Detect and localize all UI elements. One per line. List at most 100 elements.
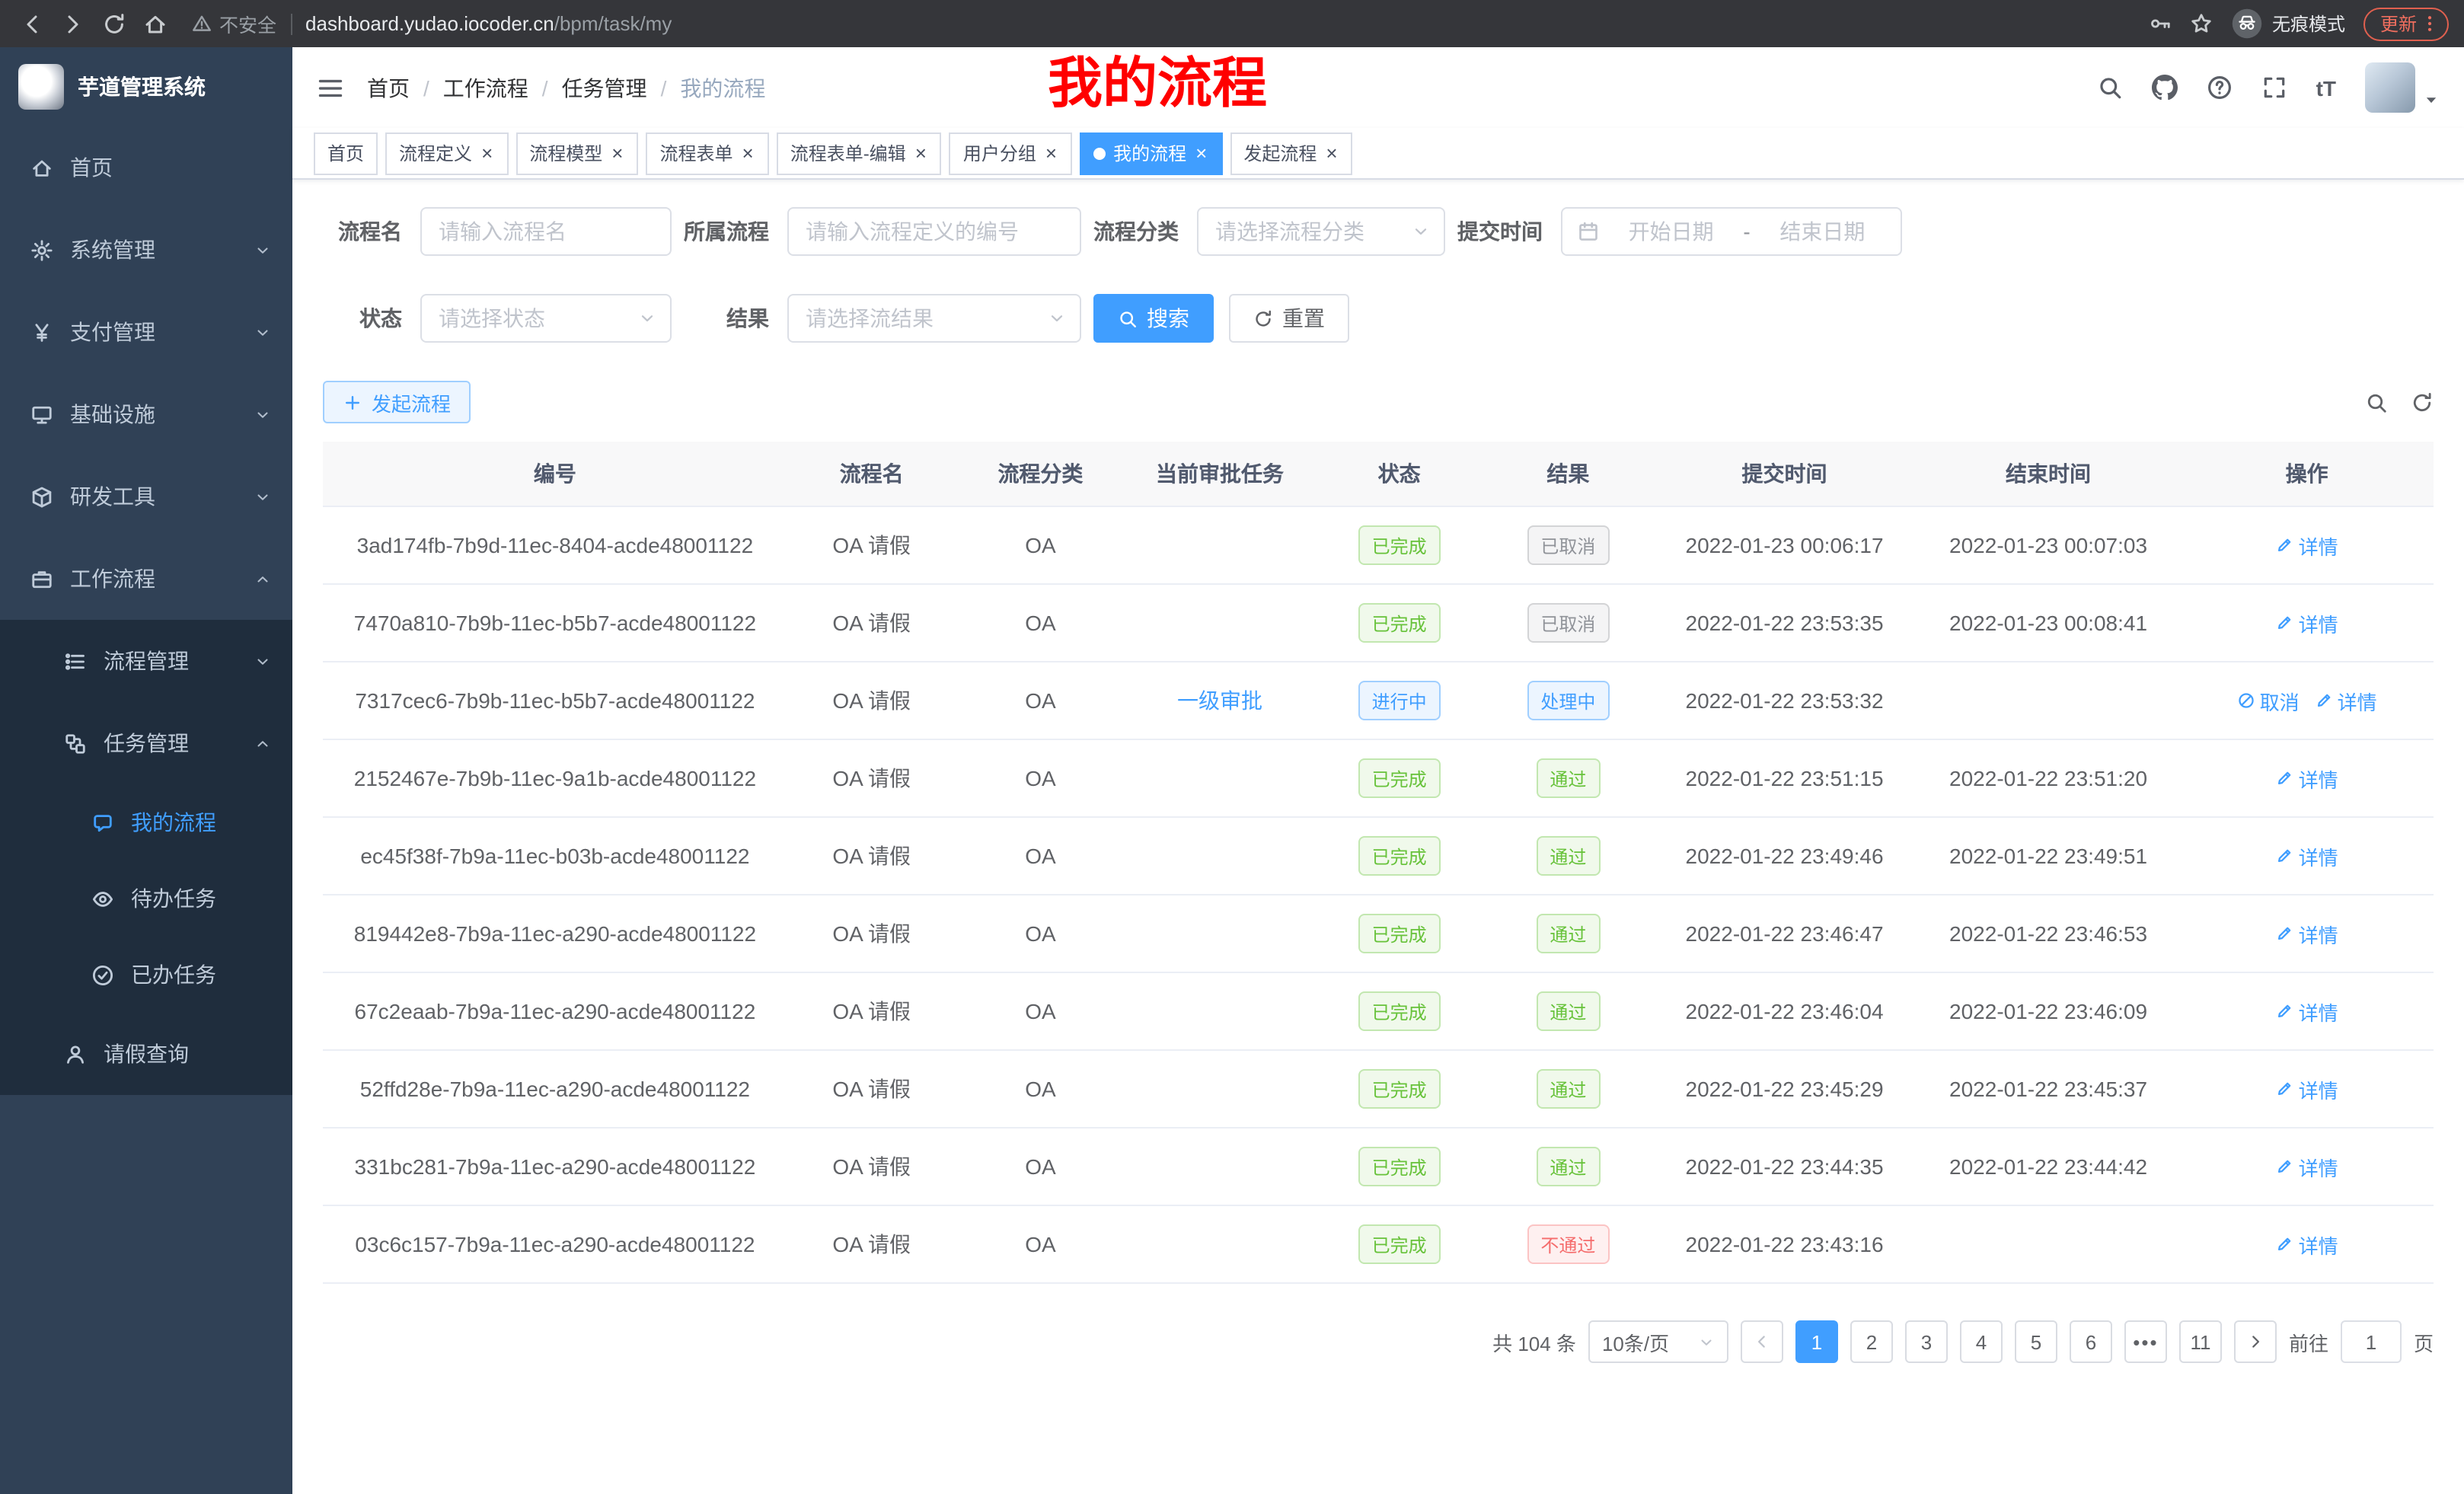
cell-status: 已完成 [1315, 506, 1484, 584]
browser-update-button[interactable]: 更新 [2363, 7, 2449, 40]
action-label: 详情 [2299, 919, 2338, 948]
close-tab-icon[interactable]: × [741, 143, 755, 163]
detail-action-link[interactable]: 详情 [2276, 1074, 2338, 1103]
browser-forward-button[interactable] [53, 5, 91, 43]
browser-back-button[interactable] [12, 5, 50, 43]
next-page-button[interactable] [2234, 1320, 2277, 1363]
detail-action-link[interactable]: 详情 [2276, 919, 2338, 948]
tab-process-form[interactable]: 流程表单× [646, 132, 768, 174]
cell-status: 已完成 [1315, 1205, 1484, 1283]
breadcrumb-item[interactable]: 首页 [367, 72, 410, 103]
process-definition-input[interactable] [787, 207, 1081, 256]
sidebar-item-system[interactable]: 系统管理 [0, 209, 292, 291]
result-tag: 通过 [1536, 758, 1600, 798]
tab-user-group[interactable]: 用户分组× [950, 132, 1072, 174]
sidebar-item-todo-tasks[interactable]: 待办任务 [0, 860, 292, 937]
bookmark-star-icon[interactable] [2190, 12, 2213, 35]
tab-process-form-edit[interactable]: 流程表单-编辑× [777, 132, 942, 174]
breadcrumb-item[interactable]: 任务管理 [562, 72, 647, 103]
breadcrumb: 首页/工作流程/任务管理/我的流程 [367, 72, 765, 103]
result-select[interactable]: 请选择流结果 [787, 294, 1081, 343]
page-button-4[interactable]: 4 [1960, 1320, 2003, 1363]
page-button-5[interactable]: 5 [2015, 1320, 2057, 1363]
user-icon [64, 1042, 87, 1065]
sidebar-item-payment[interactable]: 支付管理 [0, 291, 292, 373]
sidebar-item-done-tasks[interactable]: 已办任务 [0, 937, 292, 1013]
user-menu[interactable] [2365, 62, 2440, 113]
page-button-3[interactable]: 3 [1905, 1320, 1948, 1363]
security-indicator[interactable]: 不安全 [192, 9, 276, 38]
reset-button[interactable]: 重置 [1229, 294, 1349, 343]
sidebar-item-my-process[interactable]: 我的流程 [0, 784, 292, 860]
sidebar-item-infrastructure[interactable]: 基础设施 [0, 373, 292, 455]
detail-action-link[interactable]: 详情 [2276, 1152, 2338, 1181]
breadcrumb-separator: / [542, 75, 548, 100]
user-avatar[interactable] [2365, 62, 2415, 113]
current-task-link[interactable]: 一级审批 [1177, 685, 1262, 716]
prev-page-button[interactable] [1741, 1320, 1783, 1363]
detail-action-link[interactable]: 详情 [2315, 686, 2377, 715]
page-button-1[interactable]: 1 [1795, 1320, 1838, 1363]
sidebar-toggle-button[interactable] [317, 74, 344, 101]
fullscreen-button[interactable] [2261, 75, 2287, 101]
sidebar-item-home[interactable]: 首页 [0, 126, 292, 209]
sidebar-item-workflow[interactable]: 工作流程 [0, 538, 292, 620]
breadcrumb-item[interactable]: 工作流程 [443, 72, 528, 103]
goto-unit: 页 [2414, 1327, 2434, 1356]
tab-home[interactable]: 首页 [314, 132, 378, 174]
close-tab-icon[interactable]: × [480, 143, 494, 163]
page-button-11[interactable]: 11 [2179, 1320, 2222, 1363]
category-select[interactable]: 请选择流程分类 [1197, 207, 1445, 256]
tab-create-process[interactable]: 发起流程× [1230, 132, 1352, 174]
close-tab-icon[interactable]: × [914, 143, 928, 163]
detail-action-link[interactable]: 详情 [2276, 997, 2338, 1026]
search-button[interactable]: 搜索 [1093, 294, 1214, 343]
submit-time-range-picker[interactable]: 开始日期 - 结束日期 [1561, 207, 1902, 256]
cell-end-time: 2022-01-22 23:46:09 [1917, 972, 2181, 1050]
tab-process-definition[interactable]: 流程定义× [385, 132, 508, 174]
toggle-search-button[interactable] [2365, 391, 2388, 413]
table-row: 819442e8-7b9a-11ec-a290-acde48001122OA 请… [323, 895, 2434, 972]
address-bar[interactable]: 不安全 dashboard.yudao.iocoder.cn/bpm/task/… [192, 9, 2146, 38]
sidebar-item-devtools[interactable]: 研发工具 [0, 455, 292, 538]
page-button-2[interactable]: 2 [1850, 1320, 1893, 1363]
close-tab-icon[interactable]: × [1324, 143, 1339, 163]
header-search-button[interactable] [2097, 75, 2123, 101]
github-link[interactable] [2152, 75, 2178, 101]
help-button[interactable] [2207, 75, 2233, 101]
cell-current-task [1125, 739, 1314, 817]
goto-page-input[interactable] [2341, 1320, 2402, 1363]
close-tab-icon[interactable]: × [1044, 143, 1058, 163]
status-tag: 已完成 [1358, 525, 1441, 565]
status-select[interactable]: 请选择状态 [420, 294, 672, 343]
detail-action-link[interactable]: 详情 [2276, 1230, 2338, 1259]
sidebar-item-process-management[interactable]: 流程管理 [0, 620, 292, 702]
font-size-button[interactable]: tT [2316, 75, 2336, 100]
detail-action-link[interactable]: 详情 [2276, 764, 2338, 793]
cell-submit-time: 2022-01-22 23:49:46 [1652, 817, 1917, 895]
refresh-table-button[interactable] [2411, 391, 2434, 413]
pagination-ellipsis[interactable]: ••• [2124, 1320, 2167, 1363]
breadcrumb-separator: / [661, 75, 667, 100]
close-tab-icon[interactable]: × [610, 143, 624, 163]
create-process-button[interactable]: 发起流程 [323, 381, 471, 423]
page-button-6[interactable]: 6 [2070, 1320, 2112, 1363]
sidebar-item-leave-query[interactable]: 请假查询 [0, 1013, 292, 1095]
cell-end-time: 2022-01-22 23:45:37 [1917, 1050, 2181, 1128]
password-key-icon[interactable] [2149, 12, 2172, 35]
cell-result: 通过 [1484, 1050, 1653, 1128]
tab-my-process[interactable]: 我的流程× [1080, 132, 1222, 174]
page-size-select[interactable]: 10条/页 [1588, 1320, 1728, 1363]
detail-action-link[interactable]: 详情 [2276, 841, 2338, 870]
result-placeholder: 请选择流结果 [806, 303, 934, 334]
detail-action-link[interactable]: 详情 [2276, 608, 2338, 637]
kebab-menu-icon [2420, 14, 2440, 34]
cancel-action-link[interactable]: 取消 [2237, 686, 2300, 715]
browser-home-button[interactable] [136, 5, 174, 43]
process-name-input[interactable] [420, 207, 672, 256]
close-tab-icon[interactable]: × [1194, 143, 1208, 163]
detail-action-link[interactable]: 详情 [2276, 531, 2338, 560]
tab-process-model[interactable]: 流程模型× [515, 132, 638, 174]
sidebar-item-task-management[interactable]: 任务管理 [0, 702, 292, 784]
browser-reload-button[interactable] [94, 5, 132, 43]
